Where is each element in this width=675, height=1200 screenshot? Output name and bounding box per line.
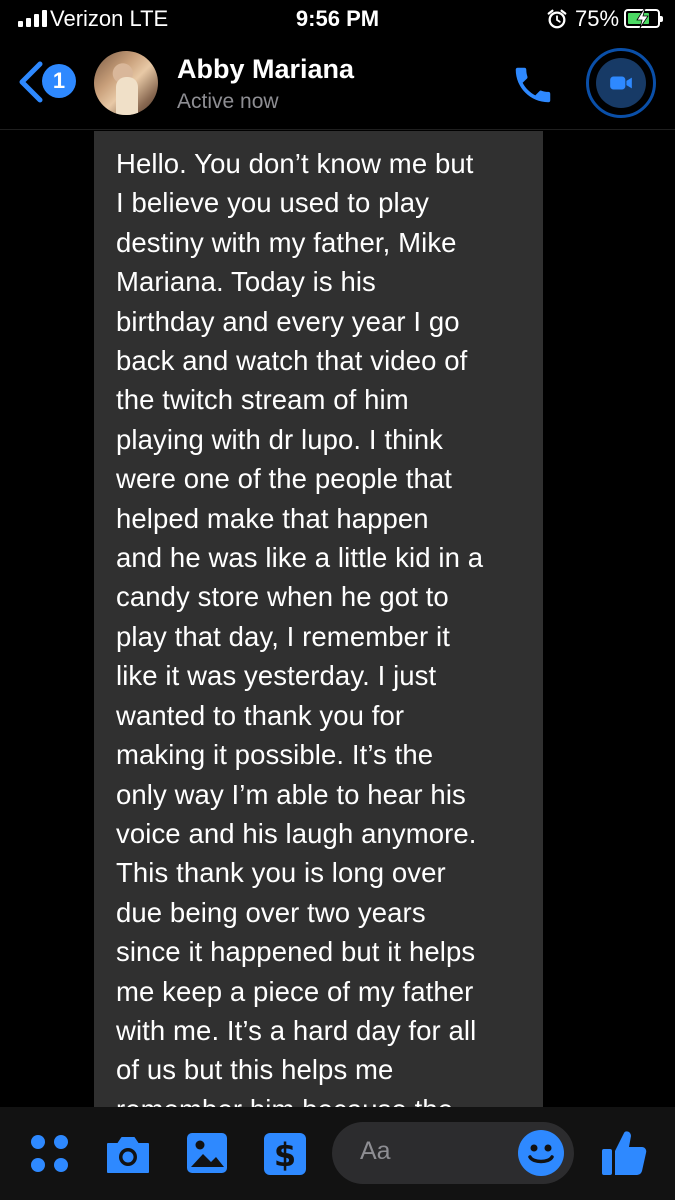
message-line: birthday and every year I go [116,305,460,337]
message-line: only way I’m able to hear his [116,778,466,810]
message-bubble[interactable]: Hello. You don’t know me but I believe y… [94,131,543,1131]
message-line: helped make that happen [116,502,429,534]
message-line: the twitch stream of him [116,384,409,416]
battery-percent: 75% [575,6,620,31]
message-line: Hello. You don’t know me but [116,148,474,179]
chat-header: 1 Abby Mariana Active now [0,40,675,130]
message-line: back and watch that video of [116,345,468,377]
svg-text:$: $ [274,1136,296,1174]
message-line: and he was like a little kid in a [116,542,484,574]
video-camera-icon [610,76,632,90]
message-line: due being over two years [116,896,426,928]
message-input-placeholder: Aa [360,1137,391,1165]
message-line: me keep a piece of my father [116,975,474,1007]
message-line: candy store when he got to [116,581,449,613]
message-line: This thank you is long over [116,857,446,889]
apps-button[interactable] [28,1132,72,1176]
camera-button[interactable] [104,1132,152,1176]
like-button[interactable] [600,1125,650,1179]
camera-icon [107,1137,149,1173]
back-button[interactable]: 1 [14,58,84,106]
audio-call-button[interactable] [510,62,556,108]
message-line: Mariana. Today is his [116,266,376,298]
thumbs-up-icon [602,1131,647,1175]
message-line: voice and his laugh anymore. [116,817,477,849]
contact-avatar[interactable] [94,51,158,115]
message-line: destiny with my father, Mike [116,226,457,258]
payment-icon: $ [264,1133,306,1175]
emoji-button[interactable] [518,1130,564,1176]
message-line: wanted to thank you for [116,699,405,731]
contact-status: Active now [177,90,279,113]
message-line: making it possible. It’s the [116,739,434,771]
message-line: since it happened but it helps [116,936,476,968]
apps-grid-icon [31,1135,68,1172]
composer-bar: $ Aa [0,1107,675,1200]
message-line: I believe you used to play [116,187,429,219]
gallery-button[interactable] [185,1131,229,1175]
message-input[interactable]: Aa [332,1122,574,1184]
video-call-button[interactable] [586,48,656,118]
message-line: with me. It’s a hard day for all [116,1014,477,1046]
emoji-icon [528,1144,554,1164]
unread-count-badge: 1 [42,64,76,98]
message-line: like it was yesterday. I just [116,660,437,692]
gallery-icon [187,1133,227,1173]
payment-button[interactable]: $ [262,1131,308,1177]
message-line: play that day, I remember it [116,620,450,652]
status-time: 9:56 PM [295,6,380,31]
message-line: of us but this helps me [116,1054,394,1086]
contact-name[interactable]: Abby Mariana [177,54,354,85]
message-line: were one of the people that [116,463,453,495]
alarm-icon [547,9,567,29]
phone-icon [515,67,551,103]
message-line: playing with dr lupo. I think [116,423,443,455]
status-bar: Verizon LTE 9:56 PM 75% [0,0,675,40]
battery-charging-icon [624,9,663,28]
